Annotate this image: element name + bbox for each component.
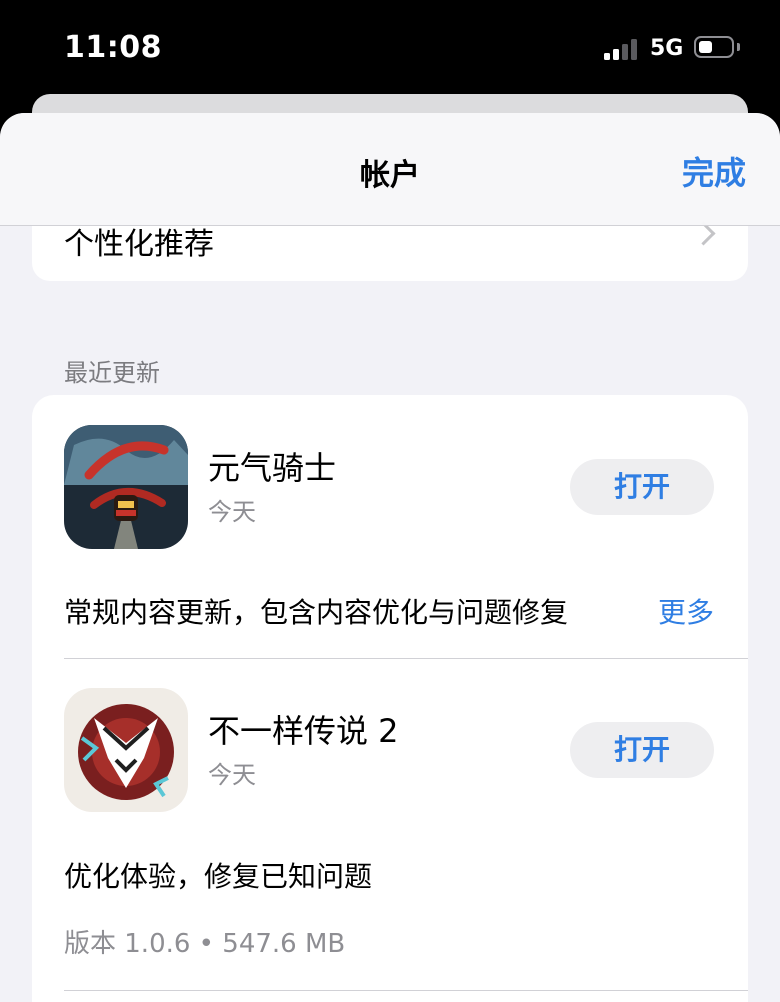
section-header-recent-updates: 最近更新	[64, 359, 160, 387]
soul-knight-icon[interactable]	[64, 425, 188, 549]
battery-tip	[737, 43, 740, 51]
open-button[interactable]: 打开	[570, 459, 714, 515]
app-name: 元气骑士	[208, 449, 337, 487]
account-sheet: 帐户 完成 个性化推荐 最近更新 元气骑士 今天 打开 常规内容更新，包含内容优…	[0, 113, 780, 1002]
app-name: 不一样传说 2	[208, 712, 399, 750]
update-date: 今天	[208, 761, 256, 789]
status-bar: 11:08 5G	[0, 0, 780, 96]
release-notes: 优化体验，修复已知问题	[64, 860, 373, 893]
recent-updates-list: 元气骑士 今天 打开 常规内容更新，包含内容优化与问题修复 更多 不一样传说 2…	[32, 395, 748, 1002]
release-notes: 常规内容更新，包含内容优化与问题修复	[64, 596, 569, 629]
navigation-bar: 帐户 完成	[0, 113, 780, 226]
open-button[interactable]: 打开	[570, 722, 714, 778]
battery-icon	[694, 36, 734, 58]
more-link[interactable]: 更多	[645, 591, 714, 631]
divider	[64, 658, 748, 659]
cellular-signal-icon	[604, 38, 640, 60]
status-time: 11:08	[64, 30, 162, 65]
another-legend-icon[interactable]	[64, 688, 188, 812]
update-date: 今天	[208, 498, 256, 526]
version-info: 版本 1.0.6 • 547.6 MB	[64, 929, 346, 959]
page-title: 帐户	[360, 158, 420, 193]
done-button[interactable]: 完成	[682, 148, 746, 194]
network-type: 5G	[650, 36, 684, 61]
divider	[64, 990, 748, 991]
